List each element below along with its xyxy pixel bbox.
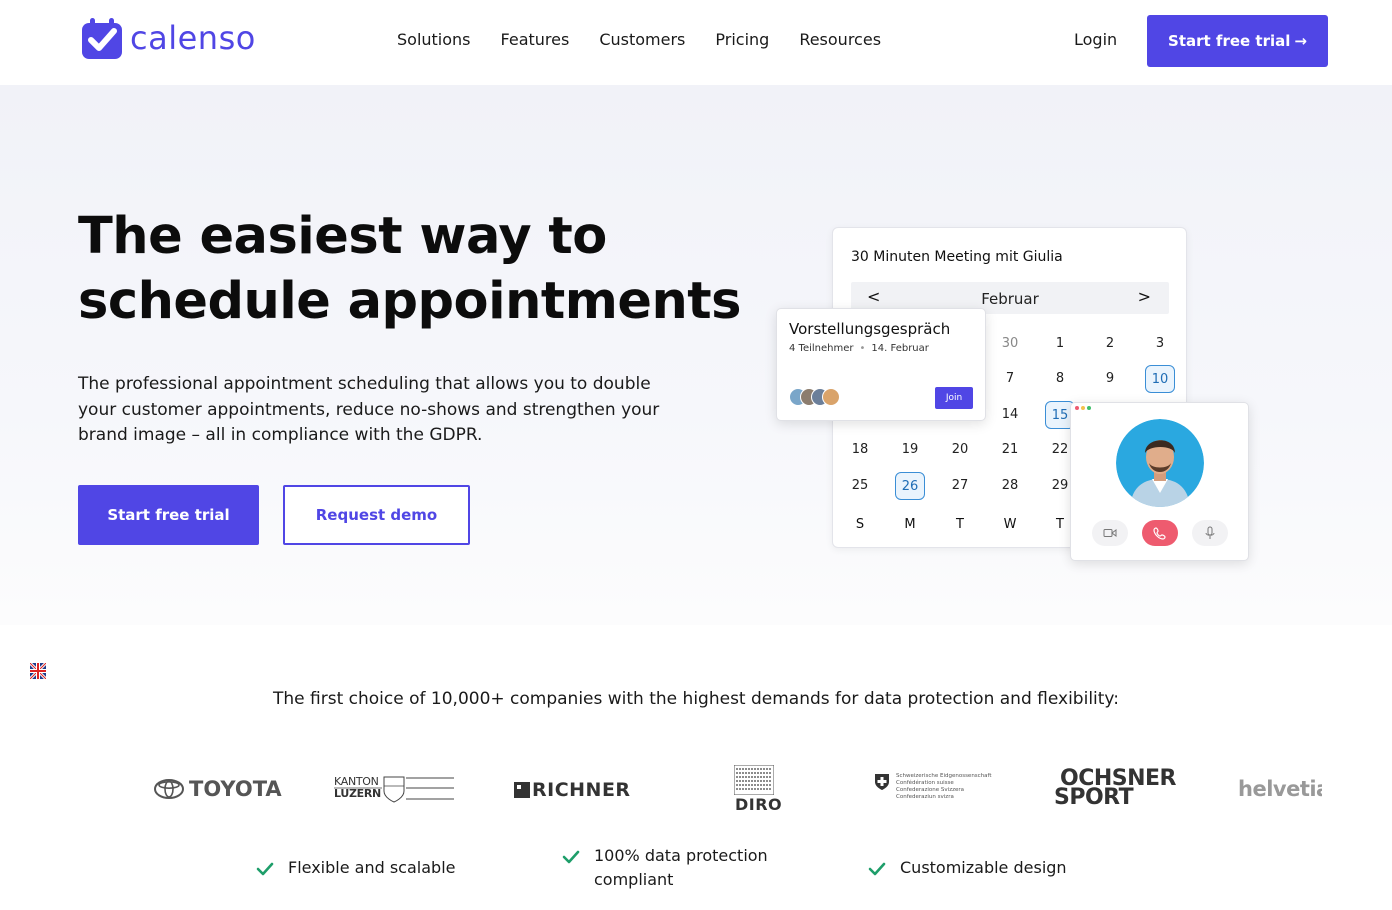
weekday-label: T <box>956 517 964 532</box>
feature-label: Customizable design <box>900 858 1067 877</box>
meeting-meta: 4 Teilnehmer • 14. Februar <box>789 343 929 354</box>
nav-item-solutions[interactable]: Solutions <box>397 30 471 49</box>
weekday-label: M <box>904 517 916 532</box>
avatar <box>822 388 840 406</box>
feature-flexible: Flexible and scalable <box>256 856 455 880</box>
meeting-title: Vorstellungsgespräch <box>789 320 951 338</box>
calendar-day[interactable]: 3 <box>1145 330 1175 358</box>
hero-title: The easiest way to schedule appointments <box>78 204 778 334</box>
richner-logo: RICHNER <box>514 779 631 801</box>
video-icon <box>1103 529 1117 537</box>
site-header: calenso Solutions Features Customers Pri… <box>0 0 1392 85</box>
feature-label: Flexible and scalable <box>288 858 456 877</box>
swiss-line-4: Confederaziun svizra <box>896 794 954 800</box>
month-label: Februar <box>981 290 1039 308</box>
nav-item-customers[interactable]: Customers <box>599 30 685 49</box>
hero-title-line-1: The easiest way to <box>78 207 607 266</box>
calendar-day[interactable]: 18 <box>845 436 875 464</box>
richner-mark-icon <box>514 782 530 798</box>
calendar-day[interactable]: 7 <box>995 365 1025 393</box>
calendar-day[interactable]: 27 <box>945 472 975 500</box>
calendar-day[interactable]: 30 <box>995 330 1025 358</box>
feature-customizable: Customizable design <box>868 856 1067 880</box>
check-icon <box>562 850 580 864</box>
start-free-trial-button[interactable]: Start free trial <box>78 485 259 545</box>
check-icon <box>868 862 886 876</box>
window-dots <box>1075 406 1091 410</box>
uk-flag-icon[interactable] <box>30 663 46 679</box>
separator-dot: • <box>859 343 866 354</box>
kanton-luzern-logo: KANTON LUZERN <box>334 775 454 803</box>
join-button[interactable]: Join <box>935 387 973 409</box>
trust-statement: The first choice of 10,000+ companies wi… <box>273 689 1119 709</box>
nav-item-features[interactable]: Features <box>501 30 570 49</box>
dot-red <box>1075 406 1079 410</box>
video-toggle-button[interactable] <box>1092 520 1128 546</box>
helvetia-logo: helvetia <box>1238 777 1322 801</box>
nav-item-resources[interactable]: Resources <box>799 30 881 49</box>
luzern-crest-icon <box>334 776 454 803</box>
calenso-logo[interactable]: calenso <box>80 17 256 61</box>
calendar-day[interactable]: 26 <box>895 472 925 500</box>
toyota-logo: TOYOTA <box>154 777 282 801</box>
customer-logos: TOYOTA KANTON LUZERN RICHNER DIRO Schwei… <box>0 755 1392 825</box>
main-nav: Solutions Features Customers Pricing Res… <box>397 30 881 49</box>
login-link[interactable]: Login <box>1074 30 1117 49</box>
hero-title-line-2: schedule appointments <box>78 272 742 331</box>
calendar-day[interactable]: 19 <box>895 436 925 464</box>
video-call-card <box>1070 402 1249 561</box>
request-demo-button[interactable]: Request demo <box>283 485 470 545</box>
arrow-right-icon: → <box>1294 32 1307 50</box>
ochsner-sport-logo: OCHSNER SPORT <box>1054 768 1177 809</box>
brand-name: calenso <box>130 19 256 57</box>
nav-item-pricing[interactable]: Pricing <box>715 30 769 49</box>
meeting-date: 14. Februar <box>871 343 929 354</box>
calendar-day[interactable]: 2 <box>1095 330 1125 358</box>
calendar-day[interactable]: 28 <box>995 472 1025 500</box>
swiss-line-3: Confederazione Svizzera <box>896 787 964 793</box>
swiss-line-1: Schweizerische Eidgenossenschaft <box>896 773 992 779</box>
calendar-day[interactable]: 1 <box>1045 330 1075 358</box>
calendar-day[interactable]: 8 <box>1045 365 1075 393</box>
weekday-label: S <box>855 517 865 532</box>
calendar-day[interactable]: 10 <box>1145 365 1175 393</box>
calendar-day[interactable]: 25 <box>845 472 875 500</box>
weekday-label: T <box>1056 517 1064 532</box>
participant-avatars <box>789 388 840 406</box>
diro-pattern-icon <box>734 765 774 795</box>
chevron-right-icon[interactable]: > <box>1138 287 1151 306</box>
mic-icon <box>1205 526 1215 539</box>
hangup-icon <box>1153 527 1166 540</box>
dot-green <box>1087 406 1091 410</box>
richner-text: RICHNER <box>532 779 631 801</box>
header-cta-label: Start free trial <box>1168 32 1291 50</box>
weekday-label: W <box>1003 517 1017 532</box>
calendar-day[interactable]: 14 <box>995 401 1025 429</box>
mic-toggle-button[interactable] <box>1192 520 1228 546</box>
toyota-emblem-icon <box>154 779 184 799</box>
meeting-participants: 4 Teilnehmer <box>789 343 854 354</box>
meeting-card: Vorstellungsgespräch 4 Teilnehmer • 14. … <box>776 308 986 421</box>
feature-label: 100% data protection compliant <box>594 846 768 889</box>
toyota-text: TOYOTA <box>189 777 282 801</box>
hero-subtitle: The professional appointment scheduling … <box>78 374 660 445</box>
swiss-shield-icon <box>875 774 889 790</box>
calendar-day[interactable]: 21 <box>995 436 1025 464</box>
hangup-button[interactable] <box>1142 520 1178 546</box>
check-icon <box>256 862 274 876</box>
dot-yellow <box>1081 406 1085 410</box>
diro-text: DIRO <box>735 795 783 814</box>
diro-logo: DIRO <box>734 765 782 814</box>
swiss-line-2: Confédération suisse <box>896 780 954 786</box>
feature-data-protection: 100% data protection compliant <box>562 844 772 892</box>
header-start-trial-button[interactable]: Start free trial → <box>1147 15 1328 67</box>
helvetia-text: helvetia <box>1238 777 1322 801</box>
swiss-confederation-logo: Schweizerische Eidgenossenschaft Confédé… <box>874 773 992 801</box>
caller-avatar <box>1116 419 1204 507</box>
calendar-check-icon <box>82 18 122 59</box>
calendar-title: 30 Minuten Meeting mit Giulia <box>851 249 1063 265</box>
calendar-day[interactable]: 9 <box>1095 365 1125 393</box>
calendar-day[interactable]: 20 <box>945 436 975 464</box>
